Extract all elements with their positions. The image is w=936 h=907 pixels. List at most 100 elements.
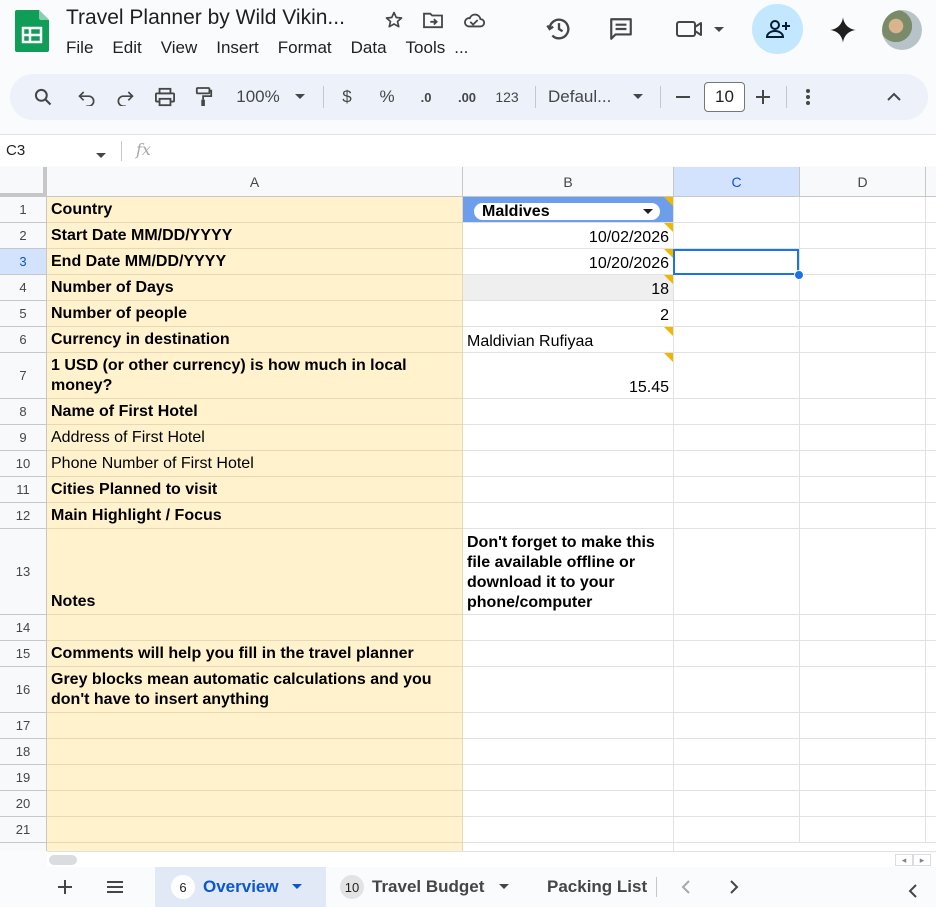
cell-c12[interactable] — [674, 503, 800, 529]
cell-c1[interactable] — [674, 197, 800, 223]
cell-b20[interactable] — [463, 791, 674, 817]
menu-view[interactable]: View — [161, 38, 198, 58]
active-cell-selection[interactable] — [673, 249, 799, 275]
cell-a7[interactable]: 1 USD (or other currency) is how much in… — [47, 353, 463, 399]
fill-handle[interactable] — [794, 270, 804, 280]
cell-a17[interactable] — [47, 713, 463, 739]
move-folder-icon[interactable] — [421, 9, 445, 31]
select-all-corner[interactable] — [0, 167, 47, 197]
row-header[interactable]: 3 — [0, 249, 47, 275]
row-header[interactable]: 12 — [0, 503, 47, 529]
cell-a18[interactable] — [47, 739, 463, 765]
menu-file[interactable]: File — [66, 38, 93, 58]
cell-a3[interactable]: End Date MM/DD/YYYY — [47, 249, 463, 275]
cell-a21[interactable] — [47, 817, 463, 843]
increase-font-size-icon[interactable] — [752, 74, 774, 120]
scroll-tabs-right-icon[interactable] — [724, 877, 744, 897]
dropdown-arrow-icon[interactable] — [642, 208, 654, 216]
row-header[interactable]: 21 — [0, 817, 47, 843]
version-history-icon[interactable] — [543, 14, 575, 44]
row-header[interactable]: 15 — [0, 641, 47, 667]
cell-e14[interactable] — [926, 615, 936, 641]
cell-d12[interactable] — [800, 503, 926, 529]
column-header-a[interactable]: A — [47, 167, 463, 197]
cell-d4[interactable] — [800, 275, 926, 301]
cell-b3[interactable]: 10/20/2026 — [463, 249, 674, 275]
comment-indicator-icon[interactable] — [664, 223, 673, 232]
star-icon[interactable] — [382, 9, 406, 31]
row-header[interactable]: 8 — [0, 399, 47, 425]
all-sheets-menu-icon[interactable] — [102, 876, 128, 898]
sheet-tab-travel-budget[interactable]: 10 Travel Budget — [340, 867, 530, 907]
name-box-dropdown-icon[interactable] — [95, 147, 107, 165]
cell-c21[interactable] — [674, 817, 800, 843]
cell-d13[interactable] — [800, 529, 926, 615]
cell-b4[interactable]: 18 — [463, 275, 674, 301]
font-size-input[interactable]: 10 — [704, 82, 745, 112]
cell-c7[interactable] — [674, 353, 800, 399]
more-options-icon[interactable] — [798, 74, 818, 120]
tab-dropdown-icon[interactable] — [291, 883, 303, 891]
cell-a19[interactable] — [47, 765, 463, 791]
comment-indicator-icon[interactable] — [664, 353, 673, 362]
cell-e19[interactable] — [926, 765, 936, 791]
cell-b18[interactable] — [463, 739, 674, 765]
cell-c15[interactable] — [674, 641, 800, 667]
percent-format-button[interactable]: % — [374, 74, 400, 120]
row-header[interactable]: 18 — [0, 739, 47, 765]
cell-d21[interactable] — [800, 817, 926, 843]
cell-b22[interactable] — [463, 843, 674, 851]
sheet-tab-packing-list[interactable]: Packing List — [547, 867, 657, 907]
share-button[interactable] — [752, 4, 803, 54]
cell-e2[interactable] — [926, 223, 936, 249]
currency-format-button[interactable]: $ — [334, 74, 360, 120]
cell-e11[interactable] — [926, 477, 936, 503]
print-icon[interactable] — [150, 74, 180, 120]
cell-e5[interactable] — [926, 301, 936, 327]
row-header[interactable]: 16 — [0, 667, 47, 713]
scroll-right-icon[interactable]: ▸ — [913, 854, 931, 866]
cell-b19[interactable] — [463, 765, 674, 791]
row-header[interactable]: 1 — [0, 197, 47, 223]
more-formats-button[interactable]: 123 — [492, 74, 522, 120]
cell-e17[interactable] — [926, 713, 936, 739]
cell-a22[interactable] — [47, 843, 463, 851]
cell-e21[interactable] — [926, 817, 936, 843]
row-header[interactable]: 11 — [0, 477, 47, 503]
undo-icon[interactable] — [72, 74, 102, 120]
menu-tools[interactable]: Tools — [406, 38, 446, 58]
comment-indicator-icon[interactable] — [664, 197, 673, 206]
cell-a12[interactable]: Main Highlight / Focus — [47, 503, 463, 529]
cell-d16[interactable] — [800, 667, 926, 713]
cell-a11[interactable]: Cities Planned to visit — [47, 477, 463, 503]
cell-e12[interactable] — [926, 503, 936, 529]
cell-c10[interactable] — [674, 451, 800, 477]
cell-e16[interactable] — [926, 667, 936, 713]
cell-b14[interactable] — [463, 615, 674, 641]
cell-a9[interactable]: Address of First Hotel — [47, 425, 463, 451]
add-sheet-icon[interactable] — [52, 876, 78, 898]
redo-icon[interactable] — [110, 74, 140, 120]
row-header[interactable]: 19 — [0, 765, 47, 791]
row-header[interactable]: 2 — [0, 223, 47, 249]
cell-b5[interactable]: 2 — [463, 301, 674, 327]
column-header-partial[interactable] — [926, 167, 936, 197]
row-header[interactable]: 4 — [0, 275, 47, 301]
cell-c5[interactable] — [674, 301, 800, 327]
cell-a14[interactable] — [47, 615, 463, 641]
cell-d15[interactable] — [800, 641, 926, 667]
scroll-left-icon[interactable]: ◂ — [895, 854, 913, 866]
cell-b6[interactable]: Maldivian Rufiyaa — [463, 327, 674, 353]
cell-d17[interactable] — [800, 713, 926, 739]
account-avatar[interactable] — [882, 10, 922, 50]
column-header-d[interactable]: D — [800, 167, 926, 197]
document-title[interactable]: Travel Planner by Wild Vikin... — [66, 6, 345, 30]
row-header[interactable]: 10 — [0, 451, 47, 477]
cell-e3[interactable] — [926, 249, 936, 275]
row-header-partial[interactable] — [0, 843, 47, 851]
cell-e6[interactable] — [926, 327, 936, 353]
font-dropdown-icon[interactable] — [630, 74, 646, 120]
comment-indicator-icon[interactable] — [664, 249, 673, 258]
cell-b11[interactable] — [463, 477, 674, 503]
cell-a20[interactable] — [47, 791, 463, 817]
